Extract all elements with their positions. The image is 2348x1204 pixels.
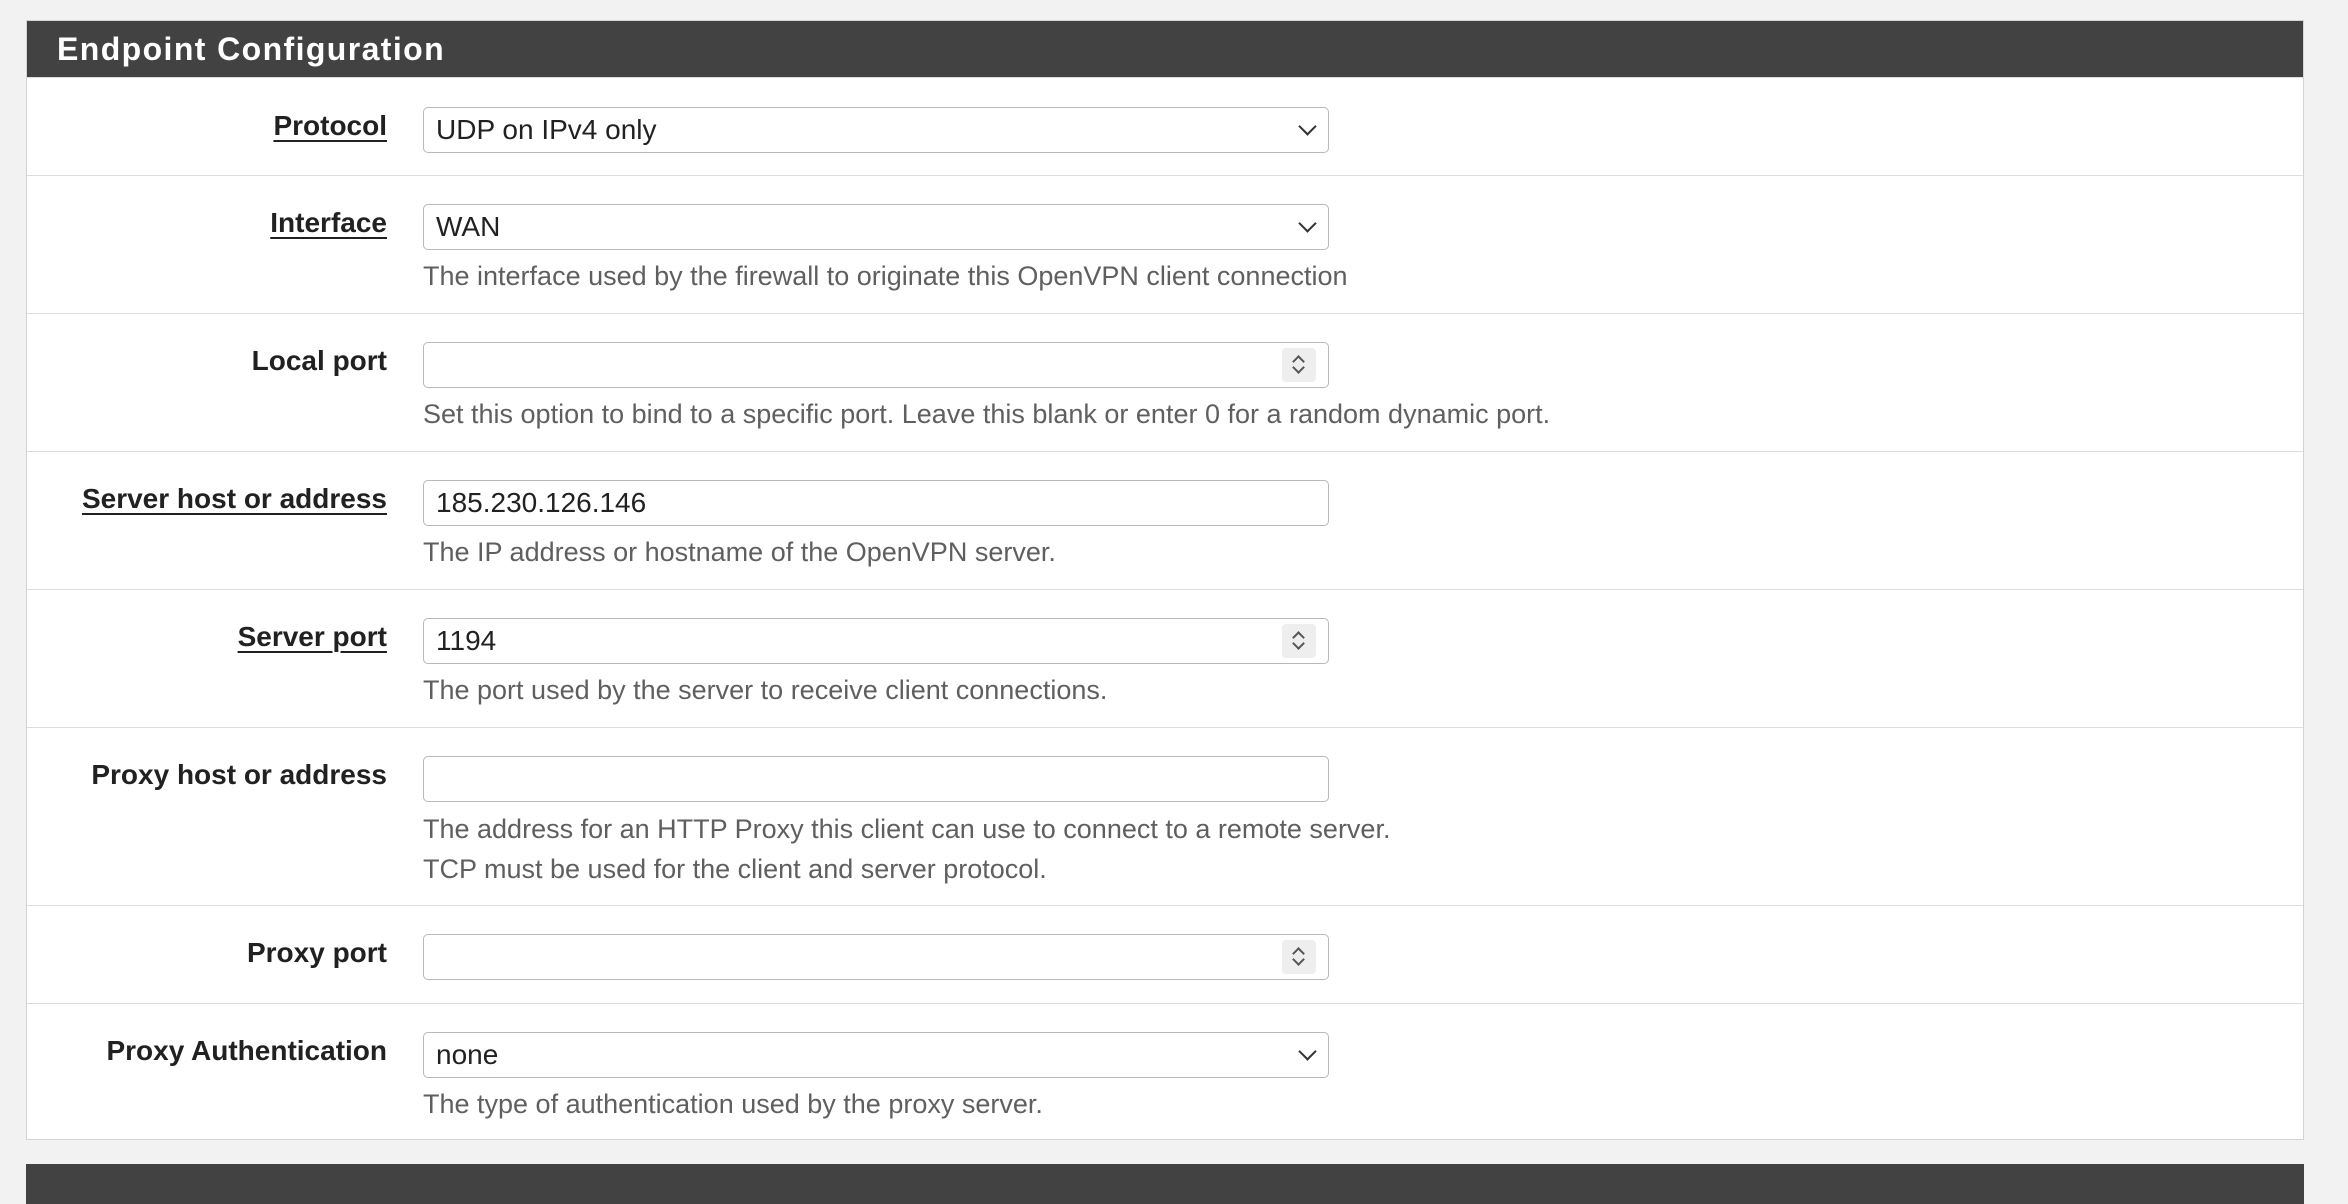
server-port-input[interactable]: 1194 [423,618,1329,664]
protocol-row: Protocol UDP on IPv4 only [27,77,2303,175]
interface-select[interactable]: WAN [423,204,1329,250]
endpoint-configuration-panel: Endpoint Configuration Protocol UDP on I… [26,20,2304,1140]
proxy-port-label: Proxy port [246,937,387,968]
server-host-help: The IP address or hostname of the OpenVP… [423,537,1056,567]
interface-row: Interface WAN The interface used by the … [27,175,2303,313]
panel-heading: Endpoint Configuration [27,21,2303,77]
interface-select-value: WAN [436,211,501,242]
local-port-help: Set this option to bind to a specific po… [423,399,1551,429]
proxy-host-input[interactable] [423,756,1329,802]
server-host-input[interactable]: 185.230.126.146 [423,480,1329,526]
proxy-auth-help: The type of authentication used by the p… [423,1089,1043,1119]
proxy-auth-select-value: none [436,1039,499,1070]
local-port-label: Local port [251,345,387,376]
server-host-label: Server host or address [81,483,387,514]
next-panel-heading [26,1164,2304,1204]
server-host-row: Server host or address 185.230.126.146 T… [27,451,2303,589]
interface-help: The interface used by the firewall to or… [423,261,1348,291]
server-port-label: Server port [237,621,387,652]
chevron-down-icon [1298,1042,1317,1061]
spinner-arrows-icon[interactable] [1282,940,1316,974]
server-port-help: The port used by the server to receive c… [423,675,1108,705]
protocol-select-value: UDP on IPv4 only [436,114,657,145]
proxy-host-row: Proxy host or address The address for an… [27,727,2303,905]
spinner-arrows-icon[interactable] [1282,348,1316,382]
chevron-down-icon [1298,214,1317,233]
local-port-row: Local port Set this option to bind to a … [27,313,2303,451]
proxy-port-input[interactable] [423,934,1329,980]
proxy-host-label: Proxy host or address [91,759,387,790]
protocol-label: Protocol [273,110,387,141]
server-port-row: Server port 1194 The port used by the se… [27,589,2303,727]
proxy-auth-row: Proxy Authentication none The type of au… [27,1003,2303,1143]
chevron-down-icon [1298,117,1317,136]
interface-label: Interface [270,207,387,238]
proxy-host-help-line1: The address for an HTTP Proxy this clien… [423,814,1391,844]
proxy-port-row: Proxy port [27,905,2303,1003]
server-host-value: 185.230.126.146 [436,487,647,518]
spinner-arrows-icon[interactable] [1282,624,1316,658]
proxy-auth-label: Proxy Authentication [106,1035,387,1066]
local-port-input[interactable] [423,342,1329,388]
proxy-auth-select[interactable]: none [423,1032,1329,1078]
proxy-host-help-line2: TCP must be used for the client and serv… [423,854,1047,884]
protocol-select[interactable]: UDP on IPv4 only [423,107,1329,153]
server-port-value: 1194 [436,625,497,656]
